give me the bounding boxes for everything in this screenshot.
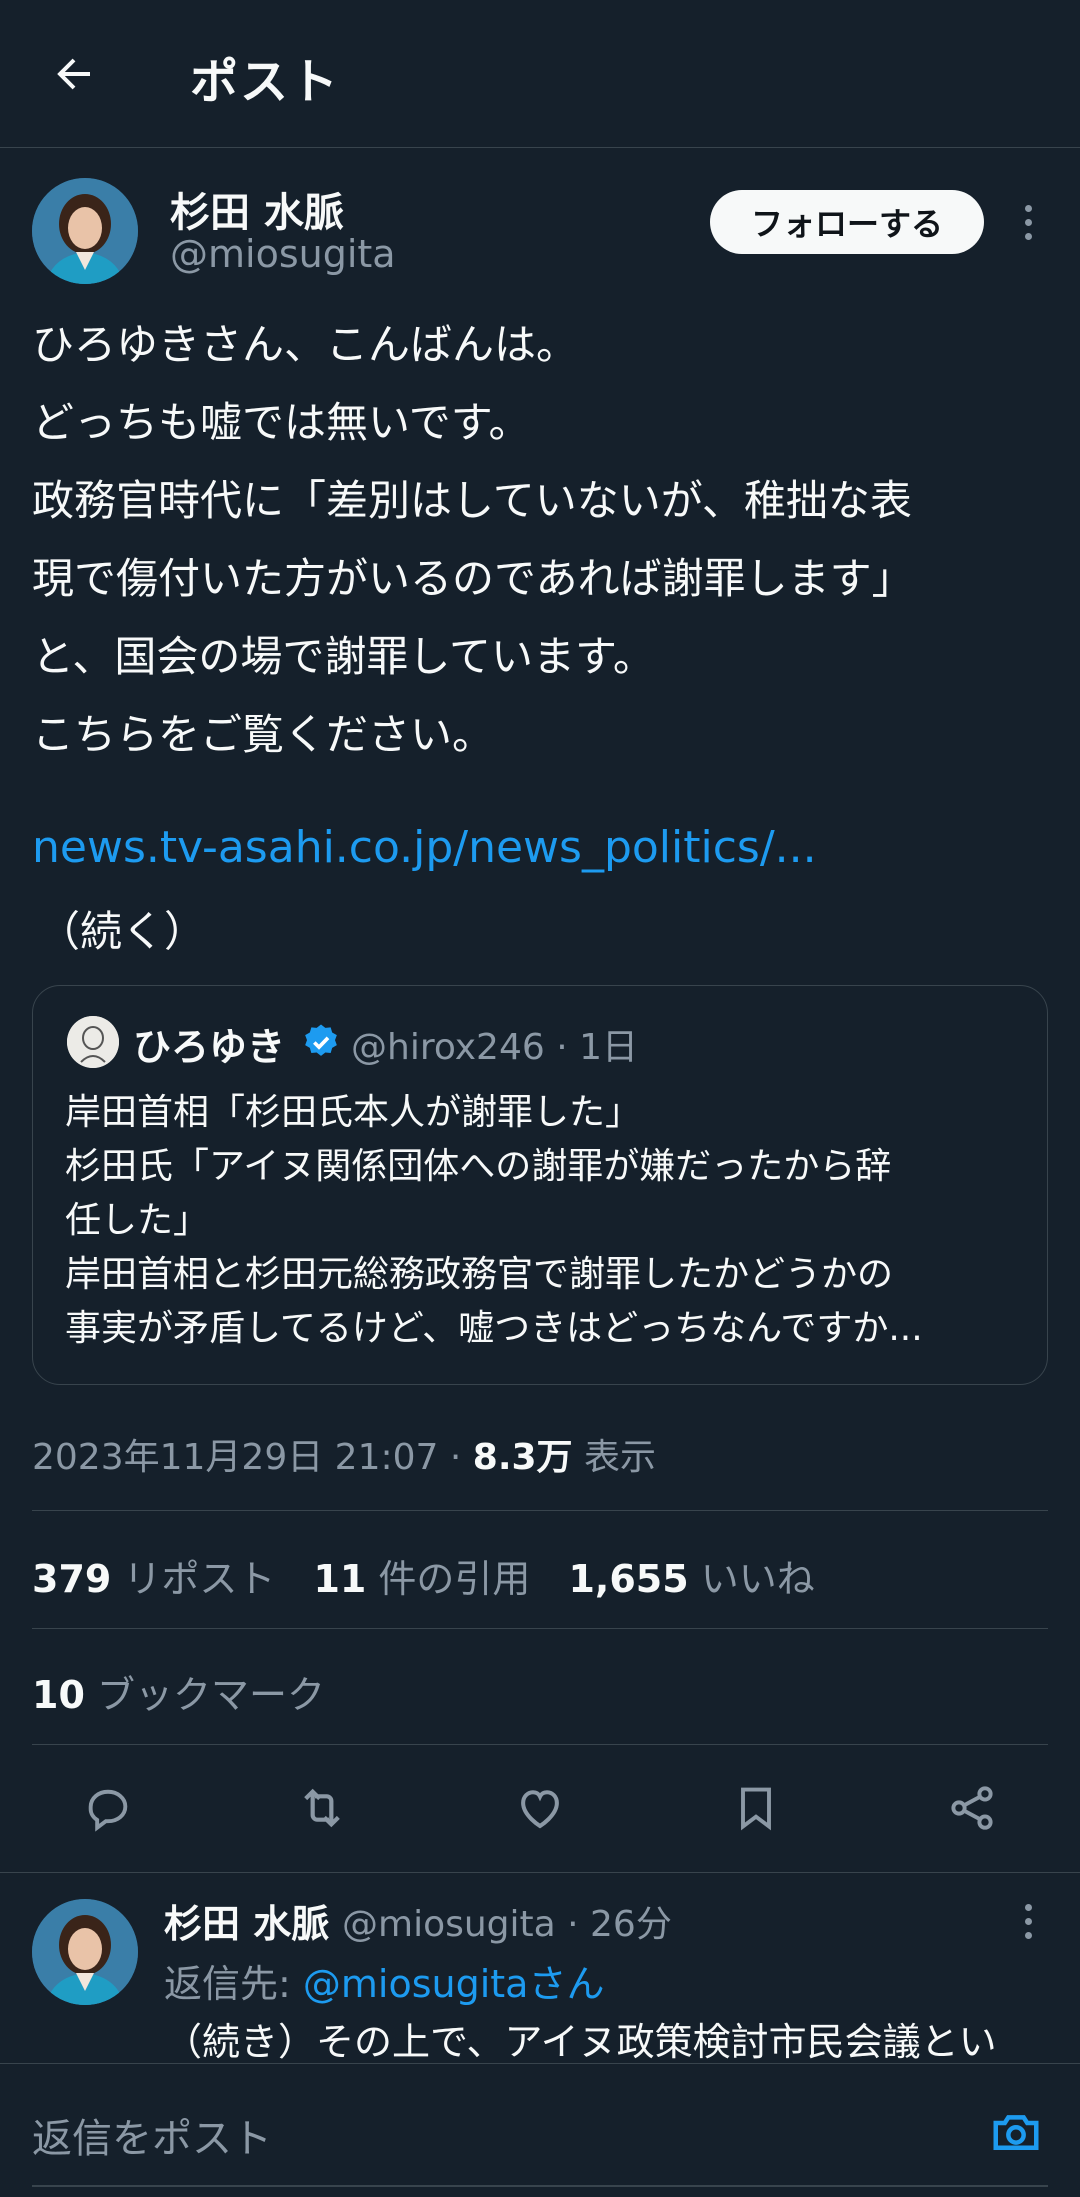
share-button[interactable] [940,1776,1004,1840]
likes-count: 1,655 [568,1557,689,1601]
views-count[interactable]: 8.3万 [473,1437,573,1478]
reply-text: （続き）その上で、アイヌ政策検討市民会議とい [164,2020,997,2064]
quotes-count: 11 [313,1557,367,1601]
more-icon[interactable] [1008,192,1048,252]
quoted-tweet[interactable]: ひろゆき @hirox246 · 1日 岸田首相「杉田氏本人が謝罪した」 杉田氏… [32,985,1048,1385]
quote-author-name: ひろゆき [133,1025,286,1069]
camera-button[interactable] [984,2100,1048,2164]
back-button[interactable] [44,44,104,104]
reply-meta: @miosugita · 26分 [342,1904,672,1945]
timestamp-row: 2023年11月29日 21:07 · 8.3万 表示 [32,1428,656,1480]
tweet-link[interactable]: news.tv-asahi.co.jp/news_politics/... [32,822,817,873]
page-title: ポスト [190,54,341,110]
action-bar [0,1768,1080,1848]
quotes-label: 件の引用 [378,1557,531,1601]
reply-icon [88,1789,128,1832]
likes-label: いいね [700,1557,815,1601]
quote-text: 岸田首相「杉田氏本人が謝罪した」 杉田氏「アイヌ関係団体への謝罪が嫌だったから辞… [65,1092,923,1349]
author-name[interactable]: 杉田 水脈 [170,180,344,238]
reply-button[interactable] [76,1776,140,1840]
divider [32,1628,1048,1629]
repost-button[interactable] [290,1776,354,1840]
top-bar: ポスト [0,0,1080,148]
stats-row: 379 リポスト 11 件の引用 1,655 いいね [32,1548,815,1603]
reply-input[interactable]: 返信をポスト [32,2106,272,2164]
quote-avatar [67,1016,119,1068]
reply-to: 返信先: @miosugitaさん [164,1953,604,2008]
repost-icon [304,1788,340,1828]
like-icon [521,1790,559,1829]
more-icon[interactable] [1008,1891,1048,1951]
bookmark-icon [741,1787,771,1831]
quotes-stat[interactable]: 11 件の引用 [313,1548,530,1603]
back-arrow-icon [57,58,90,90]
reposts-label: リポスト [123,1557,276,1601]
timestamp: 2023年11月29日 21:07 · [32,1437,473,1478]
bookmark-button[interactable] [724,1776,788,1840]
likes-stat[interactable]: 1,655 いいね [568,1548,814,1603]
tweet-continued: （続く） [38,907,207,956]
reply-avatar[interactable] [32,1899,138,2005]
share-icon [951,1786,993,1830]
tweet-text: ひろゆきさん、こんばんは。 どっちも嘘では無いです。 政務官時代に「差別はしてい… [32,320,914,759]
quote-meta: @hirox246 · 1日 [351,1027,638,1068]
views-label: 表示 [572,1437,656,1478]
divider [32,1744,1048,1745]
reply-to-prefix: 返信先: [164,1962,303,2006]
compose-bar: 返信をポスト [0,2063,1080,2197]
reposts-stat[interactable]: 379 リポスト [32,1548,275,1603]
reply-tweet[interactable]: 杉田 水脈 @miosugita · 26分 返信先: @miosugitaさん… [0,1872,1080,2064]
bookmarks-label: ブックマーク [96,1673,325,1717]
verified-icon [305,1024,337,1056]
reply-author-name[interactable]: 杉田 水脈 [164,1893,329,1948]
bookmarks-stat[interactable]: 10 ブックマーク [32,1664,325,1719]
divider [32,1510,1048,1511]
camera-icon [993,2115,1039,2150]
bookmarks-count: 10 [32,1673,85,1717]
author-avatar[interactable] [32,178,138,284]
compose-underline [32,2185,1048,2187]
reposts-count: 379 [32,1557,112,1601]
reply-to-handle[interactable]: @miosugitaさん [303,1962,605,2006]
author-handle[interactable]: @miosugita [170,232,396,276]
follow-button[interactable]: フォローする [710,190,984,254]
like-button[interactable] [508,1776,572,1840]
